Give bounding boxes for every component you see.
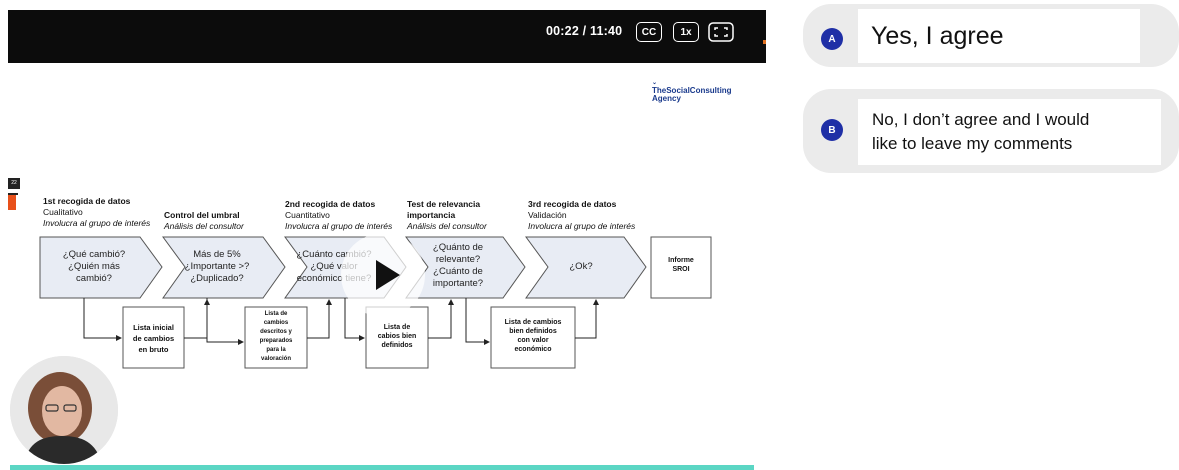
video-player[interactable]: 00:22 / 11:40 CC 1x 22 ⌄ TheSocialConsul… (0, 0, 766, 470)
final-box-text: Informe SROI (668, 257, 694, 273)
option-a-badge: A (821, 28, 843, 50)
output-box-1-text: Lista inicial de cambios en bruto (132, 323, 175, 354)
option-b[interactable]: B No, I don’t agree and I would like to … (803, 89, 1179, 173)
output-box-3-text: Lista de cabios bien definidos (377, 324, 417, 349)
option-a[interactable]: A Yes, I agree (803, 4, 1179, 67)
stage-box-4-text: ¿Quánto de relevante? ¿Cuánto de importante… (432, 242, 484, 289)
option-a-label: Yes, I agree (858, 9, 1140, 63)
progress-bar[interactable] (10, 465, 754, 470)
stage-box-1-text: ¿Qué cambió? ¿Quién más cambió? (62, 249, 126, 284)
presenter-avatar (10, 356, 118, 464)
stage-box-5-text: ¿Ok? (569, 261, 593, 272)
option-b-label: No, I don’t agree and I would like to le… (858, 99, 1161, 165)
play-button[interactable] (341, 233, 425, 317)
option-b-badge: B (821, 119, 843, 141)
output-box-2-text: Lista de cambios descritos y preparados para… (259, 311, 293, 362)
output-box-4-text: Lista de cambios bien definidos con valor e… (504, 319, 562, 353)
play-icon (376, 260, 400, 290)
stage-box-2-text: Más de 5% ¿Importante >? ¿Duplicado? (184, 249, 250, 284)
